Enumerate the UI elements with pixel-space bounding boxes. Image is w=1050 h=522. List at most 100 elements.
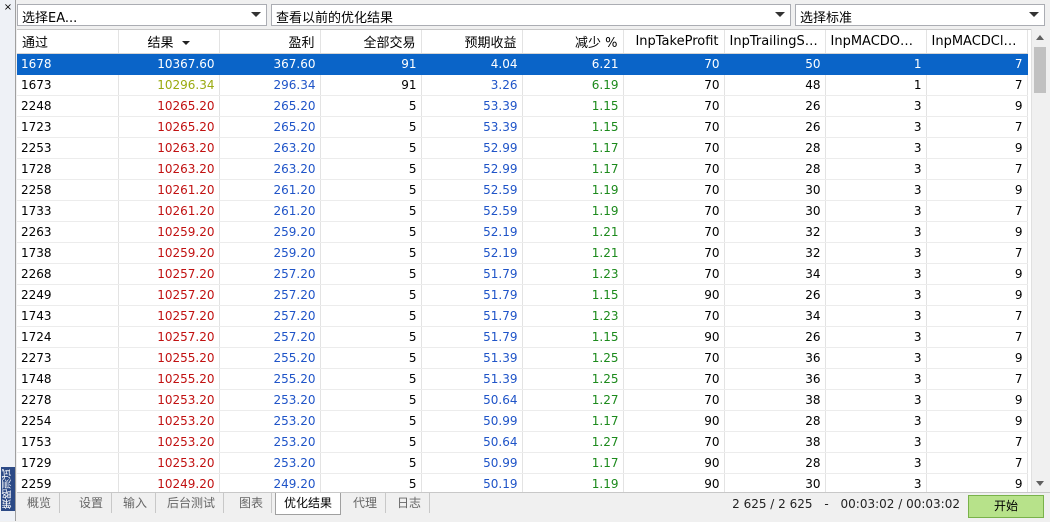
table-cell: 70	[623, 158, 725, 180]
column-header[interactable]: 结果	[118, 30, 220, 54]
table-row[interactable]: 2263 10259.20 259.20 5 52.19 1.21 70 32 3 9	[17, 221, 1028, 243]
table-cell: 10249.20	[118, 473, 220, 493]
table-row[interactable]: 1743 10257.20 257.20 5 51.79 1.23 70 34 3 7	[17, 305, 1028, 327]
table-cell: 51.79	[421, 263, 523, 285]
table-row[interactable]: 2268 10257.20 257.20 5 51.79 1.23 70 34 3 9	[17, 263, 1028, 285]
table-cell: 1748	[17, 368, 119, 390]
tab-7[interactable]: 代理	[345, 493, 387, 513]
table-cell: 7	[926, 158, 1028, 180]
tab-4[interactable]: 后台测试	[159, 493, 225, 513]
table-cell: 3	[825, 242, 927, 264]
table-cell: 50.99	[421, 410, 523, 432]
ea-select[interactable]: 选择EA...	[17, 4, 267, 26]
criteria-select[interactable]: 选择标准	[795, 4, 1045, 26]
tab-1[interactable]: 概览	[19, 493, 61, 513]
table-cell: 257.20	[219, 326, 321, 348]
table-cell: 52.59	[421, 200, 523, 222]
table-row[interactable]: 2253 10263.20 263.20 5 52.99 1.17 70 28 3 9	[17, 137, 1028, 159]
table-cell: 265.20	[219, 116, 321, 138]
start-button[interactable]: 开始	[968, 495, 1044, 518]
column-header-label: 结果	[147, 35, 174, 51]
table-cell: 2273	[17, 347, 119, 369]
scroll-up-icon[interactable]	[1036, 35, 1044, 40]
scroll-down-icon[interactable]	[1036, 481, 1044, 486]
table-row[interactable]: 1748 10255.20 255.20 5 51.39 1.25 70 36 3 7	[17, 368, 1028, 390]
table-row[interactable]: 1733 10261.20 261.20 5 52.59 1.19 70 30 3 7	[17, 200, 1028, 222]
table-row[interactable]: 1724 10257.20 257.20 5 51.79 1.15 90 26 3 7	[17, 326, 1028, 348]
table-cell: 30	[724, 179, 826, 201]
table-cell: 3	[825, 263, 927, 285]
table-cell: 367.60	[219, 53, 321, 75]
table-cell: 4.04	[421, 53, 523, 75]
table-row[interactable]: 1738 10259.20 259.20 5 52.19 1.21 70 32 3 7	[17, 242, 1028, 264]
table-cell: 38	[724, 389, 826, 411]
column-header[interactable]: 通过	[17, 30, 119, 54]
tab-2[interactable]: 设置	[71, 493, 113, 513]
pass-progress: 2 625 / 2 625	[732, 497, 813, 511]
table-row[interactable]: 1728 10263.20 263.20 5 52.99 1.17 70 28 3 7	[17, 158, 1028, 180]
column-header[interactable]: InpTrailingStop	[724, 30, 826, 54]
column-header[interactable]: InpMACDClos...	[926, 30, 1028, 54]
table-row[interactable]: 2278 10253.20 253.20 5 50.64 1.27 70 38 3 9	[17, 389, 1028, 411]
table-cell: 10367.60	[118, 53, 220, 75]
optimization-results-grid: 通过 结果 盈利 全部交易 预期收益 减少 % InpTakeProfit InpTraili…	[17, 29, 1031, 493]
table-cell: 5	[320, 137, 422, 159]
table-row[interactable]: 2259 10249.20 249.20 5 50.19 1.19 90 30 3 9	[17, 473, 1028, 493]
column-header[interactable]: 盈利	[219, 30, 321, 54]
table-row[interactable]: 2248 10265.20 265.20 5 53.39 1.15 70 26 3 9	[17, 95, 1028, 117]
table-cell: 5	[320, 368, 422, 390]
table-cell: 52.59	[421, 179, 523, 201]
table-cell: 32	[724, 242, 826, 264]
column-header[interactable]: 全部交易	[320, 30, 422, 54]
scroll-thumb[interactable]	[1034, 47, 1046, 93]
table-cell: 1.17	[522, 137, 624, 159]
table-cell: 3	[825, 389, 927, 411]
column-header[interactable]: InpMACDOp...	[825, 30, 927, 54]
table-row[interactable]: 1678 10367.60 367.60 91 4.04 6.21 70 50 1 7	[17, 53, 1028, 75]
history-select[interactable]: 查看以前的优化结果	[271, 4, 791, 26]
tab-5[interactable]: 图表	[231, 493, 273, 513]
tab-6[interactable]: 优化结果	[275, 493, 342, 515]
table-cell: 259.20	[219, 242, 321, 264]
table-cell: 5	[320, 452, 422, 474]
column-header-label: 通过	[22, 35, 49, 51]
table-cell: 70	[623, 221, 725, 243]
table-row[interactable]: 1753 10253.20 253.20 5 50.64 1.27 70 38 3 7	[17, 431, 1028, 453]
toolbar: 选择EA... 查看以前的优化结果 选择标准	[17, 4, 1045, 26]
tab-8[interactable]: 日志	[389, 493, 431, 513]
tab-3[interactable]: 输入	[115, 493, 157, 513]
column-header[interactable]: InpTakeProfit	[623, 30, 725, 54]
table-cell: 3	[825, 368, 927, 390]
table-row[interactable]: 1723 10265.20 265.20 5 53.39 1.15 70 26 3 7	[17, 116, 1028, 138]
table-cell: 10257.20	[118, 326, 220, 348]
table-cell: 50.99	[421, 452, 523, 474]
table-cell: 296.34	[219, 74, 321, 96]
table-cell: 10261.20	[118, 200, 220, 222]
table-cell: 7	[926, 431, 1028, 453]
column-header[interactable]: 减少 %	[522, 30, 624, 54]
table-row[interactable]: 2249 10257.20 257.20 5 51.79 1.15 90 26 3 9	[17, 284, 1028, 306]
table-row[interactable]: 1673 10296.34 296.34 91 3.26 6.19 70 48 1 7	[17, 74, 1028, 96]
table-cell: 90	[623, 473, 725, 493]
vertical-scrollbar[interactable]	[1031, 29, 1049, 492]
table-cell: 52.99	[421, 158, 523, 180]
table-cell: 253.20	[219, 452, 321, 474]
sort-descending-icon	[181, 41, 190, 46]
table-cell: 5	[320, 473, 422, 493]
table-row[interactable]: 2258 10261.20 261.20 5 52.59 1.19 70 30 3 9	[17, 179, 1028, 201]
table-cell: 90	[623, 284, 725, 306]
table-cell: 1	[825, 53, 927, 75]
table-cell: 9	[926, 179, 1028, 201]
column-header[interactable]: 预期收益	[421, 30, 523, 54]
table-cell: 2249	[17, 284, 119, 306]
table-cell: 1678	[17, 53, 119, 75]
table-cell: 5	[320, 221, 422, 243]
table-row[interactable]: 1729 10253.20 253.20 5 50.99 1.17 90 28 3 7	[17, 452, 1028, 474]
table-cell: 261.20	[219, 200, 321, 222]
table-row[interactable]: 2254 10253.20 253.20 5 50.99 1.17 90 28 3 9	[17, 410, 1028, 432]
table-row[interactable]: 2273 10255.20 255.20 5 51.39 1.25 70 36 3 9	[17, 347, 1028, 369]
column-header-label: InpMACDOp...	[830, 33, 921, 49]
table-cell: 30	[724, 200, 826, 222]
table-cell: 10296.34	[118, 74, 220, 96]
close-icon[interactable]: ×	[3, 3, 13, 13]
